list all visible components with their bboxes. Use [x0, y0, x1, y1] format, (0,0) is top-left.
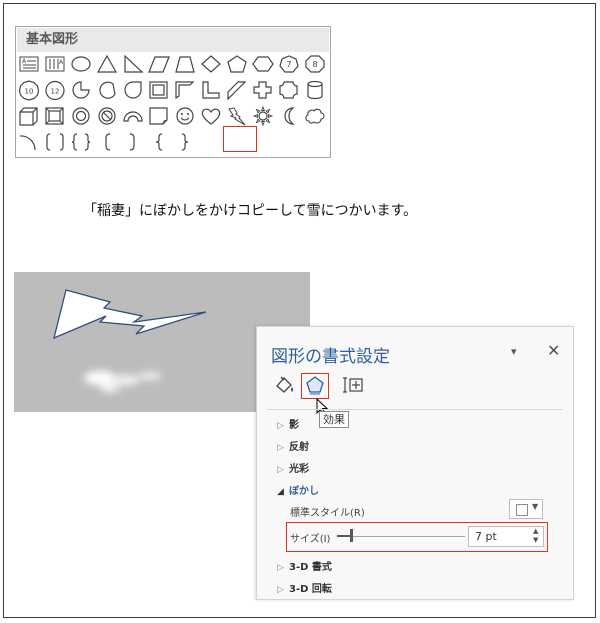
pane-divider	[267, 409, 563, 410]
size-slider-thumb[interactable]	[350, 529, 353, 542]
heptagon-icon[interactable]: 7	[278, 54, 302, 78]
section-reflection[interactable]: ▷ 反射	[277, 438, 309, 453]
l-shape-icon[interactable]	[200, 80, 224, 104]
parallelogram-icon[interactable]	[148, 54, 172, 78]
pane-options-icon[interactable]: ▾	[511, 345, 517, 358]
half-frame-icon[interactable]	[174, 80, 198, 104]
size-slider-track[interactable]	[337, 536, 465, 537]
effects-tooltip: 効果	[319, 411, 349, 428]
double-brace-icon[interactable]	[70, 132, 94, 156]
right-bracket-icon[interactable]	[122, 132, 146, 156]
vertical-text-box-icon[interactable]: A	[44, 54, 68, 78]
chevron-down-icon: ▼	[532, 502, 539, 511]
expand-triangle-icon: ▷	[277, 563, 284, 573]
block-arc-icon[interactable]	[122, 106, 146, 130]
teardrop-icon[interactable]	[122, 80, 146, 104]
spinner-arrows-icon[interactable]: ▲ ▼	[533, 527, 538, 545]
size-label: サイズ(I)	[290, 534, 331, 545]
pie-icon[interactable]	[70, 80, 94, 104]
pane-title: 図形の書式設定	[271, 347, 390, 367]
expand-triangle-icon: ▷	[277, 443, 284, 453]
heart-icon[interactable]	[200, 106, 224, 130]
expand-triangle-icon: ▷	[277, 421, 284, 431]
diamond-icon[interactable]	[200, 54, 224, 78]
decagon-label: 10	[25, 88, 34, 96]
lightning-bolt-shape	[53, 289, 207, 340]
chord-icon[interactable]	[96, 80, 120, 104]
preset-dropdown[interactable]: ▼	[509, 499, 543, 519]
double-bracket-icon[interactable]	[44, 132, 68, 156]
pentagon-effects-icon	[306, 376, 324, 395]
dodecagon-label: 12	[51, 88, 60, 96]
smiley-face-icon[interactable]	[174, 106, 198, 130]
caption-text: 「稲妻」にぼかしをかけコピーして雪につかいます。	[83, 203, 418, 219]
moon-icon[interactable]	[278, 106, 302, 130]
format-shape-pane: 図形の書式設定 ▾ ✕ 効果 ▷ 影 ▷ 反射 ▷ 光彩 ◢ ぼかし 標準スタイル(R)	[256, 326, 574, 600]
size-properties-icon	[343, 377, 363, 393]
trapezoid-icon[interactable]	[174, 54, 198, 78]
text-box-icon[interactable]: A	[18, 54, 42, 78]
dodecagon-icon[interactable]: 12	[44, 80, 68, 104]
oval-icon[interactable]	[70, 54, 94, 78]
pentagon-icon[interactable]	[226, 54, 250, 78]
left-brace-icon[interactable]	[148, 132, 172, 156]
lightning-bolt-highlight	[223, 126, 257, 152]
shapes-gallery: 基本図形 A A 7 8 10 12	[15, 26, 331, 158]
donut-icon[interactable]	[70, 106, 94, 130]
cube-icon[interactable]	[18, 106, 42, 130]
right-triangle-icon[interactable]	[122, 54, 146, 78]
close-icon[interactable]: ✕	[547, 341, 560, 360]
svg-text:A: A	[22, 58, 27, 65]
size-input[interactable]: 7 pt ▲ ▼	[468, 526, 544, 547]
octagon-icon[interactable]: 8	[304, 54, 328, 78]
cross-icon[interactable]	[252, 80, 276, 104]
expand-triangle-icon: ▷	[277, 465, 284, 475]
section-3d-format[interactable]: ▷ 3-D 書式	[277, 558, 332, 573]
frame-icon[interactable]	[148, 80, 172, 104]
arc-icon[interactable]	[18, 132, 42, 156]
decagon-icon[interactable]: 10	[18, 80, 42, 104]
svg-text:A: A	[59, 59, 64, 66]
plaque-icon[interactable]	[278, 80, 302, 104]
preset-label: 標準スタイル(R)	[290, 508, 365, 519]
bevel-icon[interactable]	[44, 106, 68, 130]
expand-triangle-icon: ▷	[277, 585, 284, 595]
isosceles-triangle-icon[interactable]	[96, 54, 120, 78]
effects-tab[interactable]	[301, 373, 329, 399]
cloud-icon[interactable]	[304, 106, 328, 130]
paint-bucket-icon	[276, 376, 293, 393]
size-slider-fill	[337, 535, 351, 537]
section-glow[interactable]: ▷ 光彩	[277, 460, 309, 475]
no-symbol-icon[interactable]	[96, 106, 120, 130]
gallery-title: 基本図形	[17, 28, 329, 52]
hexagon-icon[interactable]	[252, 54, 276, 78]
section-soft-edges[interactable]: ◢ ぼかし	[277, 482, 319, 497]
left-bracket-icon[interactable]	[96, 132, 120, 156]
right-brace-icon[interactable]	[174, 132, 198, 156]
collapse-triangle-icon: ◢	[277, 487, 284, 497]
section-shadow[interactable]: ▷ 影	[277, 416, 299, 431]
section-3d-rotation[interactable]: ▷ 3-D 回転	[277, 580, 332, 595]
size-value: 7 pt	[475, 530, 497, 543]
heptagon-label: 7	[286, 60, 291, 69]
octagon-label: 8	[312, 60, 317, 69]
folded-corner-icon[interactable]	[148, 106, 172, 130]
diagonal-stripe-icon[interactable]	[226, 80, 250, 104]
preset-swatch-icon	[516, 504, 528, 516]
blurred-bolt-copy	[84, 371, 162, 392]
can-icon[interactable]	[304, 80, 328, 104]
fill-line-tab[interactable]	[273, 373, 301, 399]
size-properties-tab[interactable]	[342, 373, 370, 399]
